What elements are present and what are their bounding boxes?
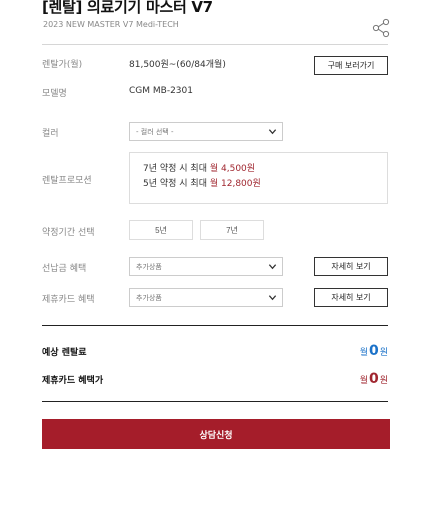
chevron-down-icon bbox=[268, 264, 277, 270]
card-benefit-amount: 0 bbox=[368, 371, 379, 387]
card-detail-button[interactable]: 자세히 보기 bbox=[314, 288, 388, 307]
color-label: 컬러 bbox=[42, 129, 59, 139]
model-label: 모델명 bbox=[42, 89, 67, 99]
chevron-down-icon bbox=[268, 129, 277, 135]
prepay-select[interactable]: 추가상품 bbox=[129, 257, 283, 276]
share-icon[interactable] bbox=[372, 18, 390, 38]
currency-suffix: 원 bbox=[379, 348, 388, 358]
promotion-box: 7년 약정 시 최대 월 4,500원 5년 약정 시 최대 월 12,800원 bbox=[129, 152, 388, 204]
summary-divider-bottom bbox=[42, 401, 388, 402]
rental-price-value: 81,500원~(60/84개월) bbox=[129, 60, 226, 70]
chevron-down-icon bbox=[268, 295, 277, 301]
product-subtitle: 2023 NEW MASTER V7 Medi-TECH bbox=[43, 20, 179, 29]
prepay-label: 선납금 혜택 bbox=[42, 264, 87, 274]
promotion-label: 렌탈프로모션 bbox=[42, 176, 92, 186]
expected-fee-value: 월 0 원 bbox=[360, 343, 388, 359]
model-value: CGM MB-2301 bbox=[129, 86, 193, 96]
term-7-button[interactable]: 7년 bbox=[200, 220, 264, 240]
rental-price-label: 렌탈가(월) bbox=[42, 60, 83, 70]
promotion-line-price: 월 12,800원 bbox=[209, 179, 261, 189]
card-select[interactable]: 추가상품 bbox=[129, 288, 283, 307]
promotion-line: 7년 약정 시 최대 월 4,500원 bbox=[143, 162, 387, 177]
promotion-line-price: 월 4,500원 bbox=[209, 164, 256, 174]
currency-suffix: 원 bbox=[379, 376, 388, 386]
header-divider bbox=[42, 44, 388, 45]
expected-fee-label: 예상 렌탈료 bbox=[42, 348, 87, 358]
promotion-line-text: 7년 약정 시 최대 bbox=[143, 164, 207, 174]
product-title: [렌탈] 의료기기 마스터 V7 bbox=[42, 0, 213, 16]
currency-prefix: 월 bbox=[359, 376, 368, 386]
color-select[interactable]: - 컬러 선택 - bbox=[129, 122, 283, 141]
term-5-button[interactable]: 5년 bbox=[129, 220, 193, 240]
color-select-value: - 컬러 선택 - bbox=[136, 127, 174, 136]
consult-button[interactable]: 상담신청 bbox=[42, 419, 390, 449]
card-benefit-label: 제휴카드 혜택가 bbox=[42, 376, 104, 386]
card-benefit-value: 월 0 원 bbox=[360, 371, 388, 387]
term-label: 약정기간 선택 bbox=[42, 228, 95, 238]
summary-divider-top bbox=[42, 325, 388, 326]
promotion-line-text: 5년 약정 시 최대 bbox=[143, 179, 207, 189]
prepay-select-value: 추가상품 bbox=[136, 262, 162, 271]
promotion-line: 5년 약정 시 최대 월 12,800원 bbox=[143, 177, 387, 192]
prepay-detail-button[interactable]: 자세히 보기 bbox=[314, 257, 388, 276]
card-select-value: 추가상품 bbox=[136, 293, 162, 302]
buy-button[interactable]: 구매 보러가기 bbox=[314, 56, 388, 75]
card-label: 제휴카드 혜택 bbox=[42, 295, 95, 305]
expected-fee-amount: 0 bbox=[368, 343, 379, 359]
currency-prefix: 월 bbox=[359, 348, 368, 358]
